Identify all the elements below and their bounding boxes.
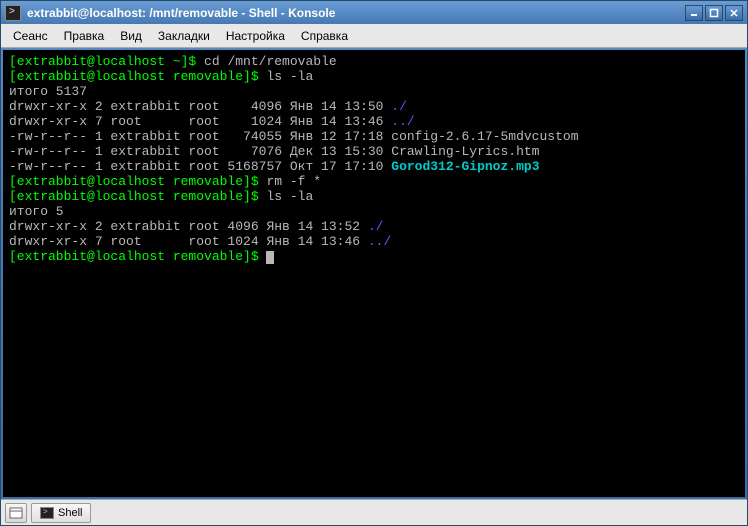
dir-name: ../: [391, 114, 414, 129]
menu-bookmarks[interactable]: Закладки: [150, 26, 218, 46]
output-line: drwxr-xr-x 2 extrabbit root 4096 Янв 14 …: [9, 99, 407, 114]
prompt: [extrabbit@localhost ~]$: [9, 54, 204, 69]
menu-view[interactable]: Вид: [112, 26, 150, 46]
window-title: extrabbit@localhost: /mnt/removable - Sh…: [27, 6, 685, 20]
menu-edit[interactable]: Правка: [56, 26, 113, 46]
command-text: ls -la: [266, 189, 313, 204]
output-line: drwxr-xr-x 7 root root 1024 Янв 14 13:46…: [9, 234, 391, 249]
konsole-window: extrabbit@localhost: /mnt/removable - Sh…: [0, 0, 748, 526]
menu-settings[interactable]: Настройка: [218, 26, 293, 46]
prompt: [extrabbit@localhost removable]$: [9, 249, 266, 264]
file-name: Gorod312-Gipnoz.mp3: [391, 159, 539, 174]
dir-name: ./: [391, 99, 407, 114]
prompt: [extrabbit@localhost removable]$: [9, 189, 266, 204]
minimize-button[interactable]: [685, 5, 703, 21]
new-tab-icon: [9, 507, 23, 519]
line: [extrabbit@localhost ~]$ cd /mnt/removab…: [9, 54, 337, 69]
output-line: drwxr-xr-x 7 root root 1024 Янв 14 13:46…: [9, 114, 415, 129]
terminal-area[interactable]: [extrabbit@localhost ~]$ cd /mnt/removab…: [3, 50, 745, 497]
output-line: -rw-r--r-- 1 extrabbit root 5168757 Окт …: [9, 159, 540, 174]
cursor: [266, 251, 274, 264]
tab-shell[interactable]: Shell: [31, 503, 91, 523]
close-button[interactable]: [725, 5, 743, 21]
output-line: -rw-r--r-- 1 extrabbit root 74055 Янв 12…: [9, 129, 579, 144]
window-controls: [685, 5, 743, 21]
command-text: cd /mnt/removable: [204, 54, 337, 69]
line: [extrabbit@localhost removable]$ ls -la: [9, 189, 313, 204]
statusbar: Shell: [1, 499, 747, 525]
command-text: rm -f *: [266, 174, 321, 189]
menu-help[interactable]: Справка: [293, 26, 356, 46]
menubar: Сеанс Правка Вид Закладки Настройка Спра…: [1, 24, 747, 48]
app-icon: [5, 5, 21, 21]
line: [extrabbit@localhost removable]$ ls -la: [9, 69, 313, 84]
dir-name: ./: [368, 219, 384, 234]
line: [extrabbit@localhost removable]$ rm -f *: [9, 174, 321, 189]
new-session-button[interactable]: [5, 503, 27, 523]
menu-session[interactable]: Сеанс: [5, 26, 56, 46]
prompt: [extrabbit@localhost removable]$: [9, 174, 266, 189]
output-line: итого 5137: [9, 84, 87, 99]
output-line: -rw-r--r-- 1 extrabbit root 7076 Дек 13 …: [9, 144, 540, 159]
maximize-button[interactable]: [705, 5, 723, 21]
dir-name: ../: [368, 234, 391, 249]
output-line: итого 5: [9, 204, 64, 219]
command-text: ls -la: [266, 69, 313, 84]
tab-label: Shell: [58, 507, 82, 519]
terminal-icon: [40, 507, 54, 519]
line: [extrabbit@localhost removable]$: [9, 249, 274, 264]
output-line: drwxr-xr-x 2 extrabbit root 4096 Янв 14 …: [9, 219, 383, 234]
titlebar[interactable]: extrabbit@localhost: /mnt/removable - Sh…: [1, 1, 747, 24]
prompt: [extrabbit@localhost removable]$: [9, 69, 266, 84]
